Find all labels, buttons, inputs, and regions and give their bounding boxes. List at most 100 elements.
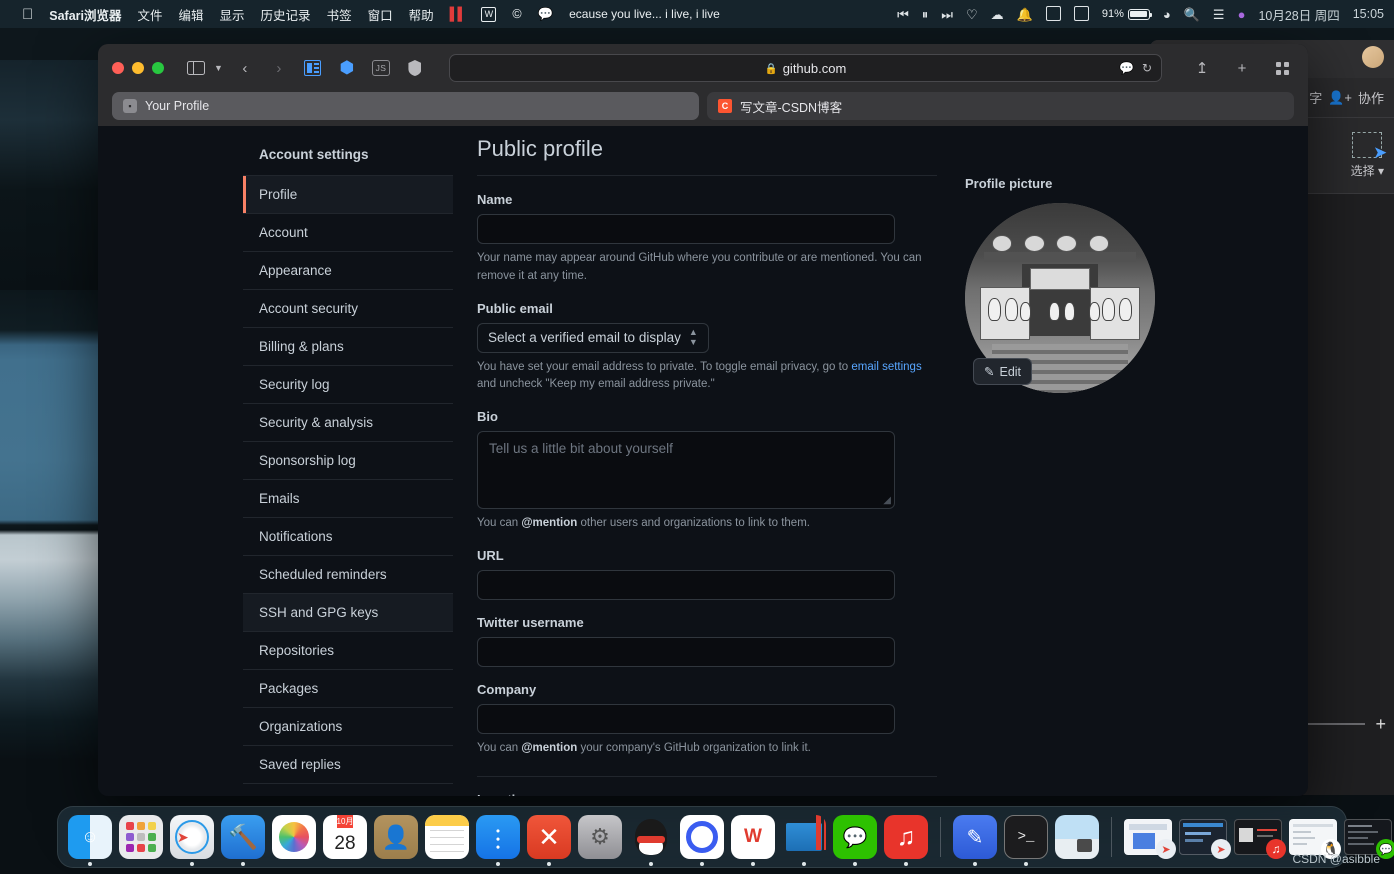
sidebar-item-saved-replies[interactable]: Saved replies [243,745,453,783]
avatar-wrapper[interactable]: ✎ Edit [965,203,1155,393]
bio-textarea[interactable]: Tell us a little bit about yourself ◢ [477,431,895,510]
menubar-time[interactable]: 15:05 [1353,7,1384,21]
chevron-down-icon[interactable]: ▼ [214,63,223,73]
sidebar-toggle-button[interactable] [184,56,208,80]
public-email-select[interactable]: Select a verified email to display ▲ ▼ [477,322,709,353]
pause-bars-icon[interactable]: ▌▌ [450,7,467,21]
address-bar-actions[interactable]: 💬 ↻ [1119,61,1152,75]
sidebar-item-security-log[interactable]: Security log [243,365,453,403]
dock-item-preview[interactable] [1055,815,1099,859]
menu-item-history[interactable]: 历史记录 [261,5,311,24]
dock-item-photos[interactable] [272,815,316,859]
new-tab-button[interactable]: + [1230,56,1254,80]
dock-item-system-preferences[interactable]: ⚙ [578,815,622,859]
bell-icon[interactable]: 🔔 [1017,8,1033,21]
menubar-status-area[interactable]: ⏮ ⏸ ⏭ ♡ ☁ 🔔 91% ◕ 🔍 ☰ ● 10月28日 周四 15:05 [897,5,1384,24]
wechat-icon[interactable]: 💬 [538,7,554,22]
resize-grip-icon[interactable]: ◢ [883,495,891,506]
input-method-icon[interactable] [1073,5,1089,23]
dock-item-baidu-netdisk[interactable] [680,815,724,866]
sidebar-item-billing-plans[interactable]: Billing & plans [243,327,453,365]
dock-item-wps-office[interactable]: W [731,815,775,866]
sidebar-item-sponsorship-log[interactable]: Sponsorship log [243,441,453,479]
dock-item-safari[interactable]: ➤ [170,815,214,866]
tab-csdn-editor[interactable]: C 写文章-CSDN博客 [707,92,1294,120]
dock-item-wechat[interactable]: 💬 [833,815,877,866]
dock-item-notes-app[interactable]: ✎ [953,815,997,866]
dock-item-finder[interactable]: ☺ [68,815,112,866]
github-settings-sidebar[interactable]: Account settings Profile Account Appeara… [243,126,453,796]
zoom-in-icon[interactable]: + [1375,715,1386,733]
bluetooth-share-icon[interactable] [1045,5,1061,23]
now-playing-label[interactable]: ecause you live... i live, i live [569,7,720,21]
sidebar-item-profile[interactable]: Profile [243,175,453,213]
battery-status[interactable]: 91% [1102,8,1153,20]
menu-item-window[interactable]: 窗口 [368,5,393,24]
minimized-code-window[interactable]: ➤ [1179,819,1231,859]
company-input[interactable] [477,704,895,735]
dock-item-qq[interactable] [629,815,673,866]
apple-icon[interactable]:  [22,7,33,22]
translate-icon[interactable]: 💬 [1119,61,1134,75]
zoom-button[interactable] [152,62,164,74]
menu-item-edit[interactable]: 编辑 [179,5,204,24]
add-person-icon[interactable]: 👤+ [1328,90,1352,106]
sidebar-item-applications[interactable]: Applications [243,783,453,796]
address-bar[interactable]: 🔒 github.com 💬 ↻ [448,54,1162,82]
chevron-down-icon[interactable]: ▾ [1378,164,1384,178]
minimized-wechat-window[interactable]: 💬 [1344,819,1394,859]
dock-item-netease-music[interactable]: ♫ [884,815,928,866]
safari-tab-bar[interactable]: ▪ Your Profile C 写文章-CSDN博客 [98,92,1308,126]
sidebar-item-repositories[interactable]: Repositories [243,631,453,669]
dock-item-app-store[interactable]: ︙ [476,815,520,866]
sidebar-item-organizations[interactable]: Organizations [243,707,453,745]
wifi-icon[interactable]: ◕ [1163,8,1171,21]
next-track-icon[interactable]: ⏭ [941,8,953,21]
close-button[interactable] [112,62,124,74]
dock-item-calendar[interactable]: 10月 28 [323,815,367,859]
sidebar-item-account-security[interactable]: Account security [243,289,453,327]
menu-item-file[interactable]: 文件 [138,5,163,24]
minimized-netease-window[interactable]: ♫ [1234,819,1286,859]
collab-label[interactable]: 协作 [1358,88,1384,107]
minimize-button[interactable] [132,62,144,74]
control-center-icon[interactable]: ☰ [1213,8,1225,21]
javascript-button[interactable]: JS [369,56,393,80]
email-settings-link[interactable]: email settings [851,361,921,373]
sidebar-item-appearance[interactable]: Appearance [243,251,453,289]
siri-icon[interactable]: ● [1238,8,1246,21]
macos-menubar[interactable]:  Safari浏览器 文件 编辑 显示 历史记录 书签 窗口 帮助 ▌▌ W … [0,0,1394,28]
sidebar-item-account[interactable]: Account [243,213,453,251]
tab-overview-button[interactable] [1270,56,1294,80]
dock-item-contacts[interactable]: 👤 [374,815,418,859]
sidebar-item-emails[interactable]: Emails [243,479,453,517]
sidebar-item-packages[interactable]: Packages [243,669,453,707]
dock-item-xcode[interactable]: 🔨 [221,815,265,866]
extension-button[interactable]: ⬢ [335,56,359,80]
privacy-button[interactable] [403,56,427,80]
menu-item-safari[interactable]: Safari浏览器 [49,5,121,24]
edit-avatar-button[interactable]: ✎ Edit [973,358,1033,385]
background-window-avatar[interactable] [1362,46,1384,68]
sidebar-item-ssh-and-gpg-keys[interactable]: SSH and GPG keys [243,593,453,631]
dock-item-terminal[interactable]: >_ [1004,815,1048,866]
sidebar-item-scheduled-reminders[interactable]: Scheduled reminders [243,555,453,593]
sidebar-item-notifications[interactable]: Notifications [243,517,453,555]
minimized-safari-window[interactable]: ➤ [1124,819,1176,859]
url-input[interactable] [477,570,895,601]
reader-view-button[interactable] [301,56,325,80]
netease-music-icon[interactable]: ☁ [991,8,1004,21]
safari-window[interactable]: ▼ ‹ › ⬢ JS 🔒 github.com 💬 ↻ ↥ + ▪ Your P… [98,44,1308,796]
minimized-qq-window[interactable]: 🐧 [1289,819,1341,859]
toolbar-right-actions[interactable]: ↥ + [1190,56,1294,80]
share-button[interactable]: ↥ [1190,56,1214,80]
menu-item-help[interactable]: 帮助 [409,5,434,24]
tab-your-profile[interactable]: ▪ Your Profile [112,92,699,120]
sidebar-item-security-analysis[interactable]: Security & analysis [243,403,453,441]
menu-item-view[interactable]: 显示 [220,5,245,24]
pause-icon[interactable]: ⏸ [922,8,929,21]
dock-item-xmind[interactable]: ✕ [527,815,571,866]
previous-track-icon[interactable]: ⏮ [897,8,909,21]
twitter-username-input[interactable] [477,637,895,668]
search-icon[interactable]: 🔍 [1184,8,1200,21]
